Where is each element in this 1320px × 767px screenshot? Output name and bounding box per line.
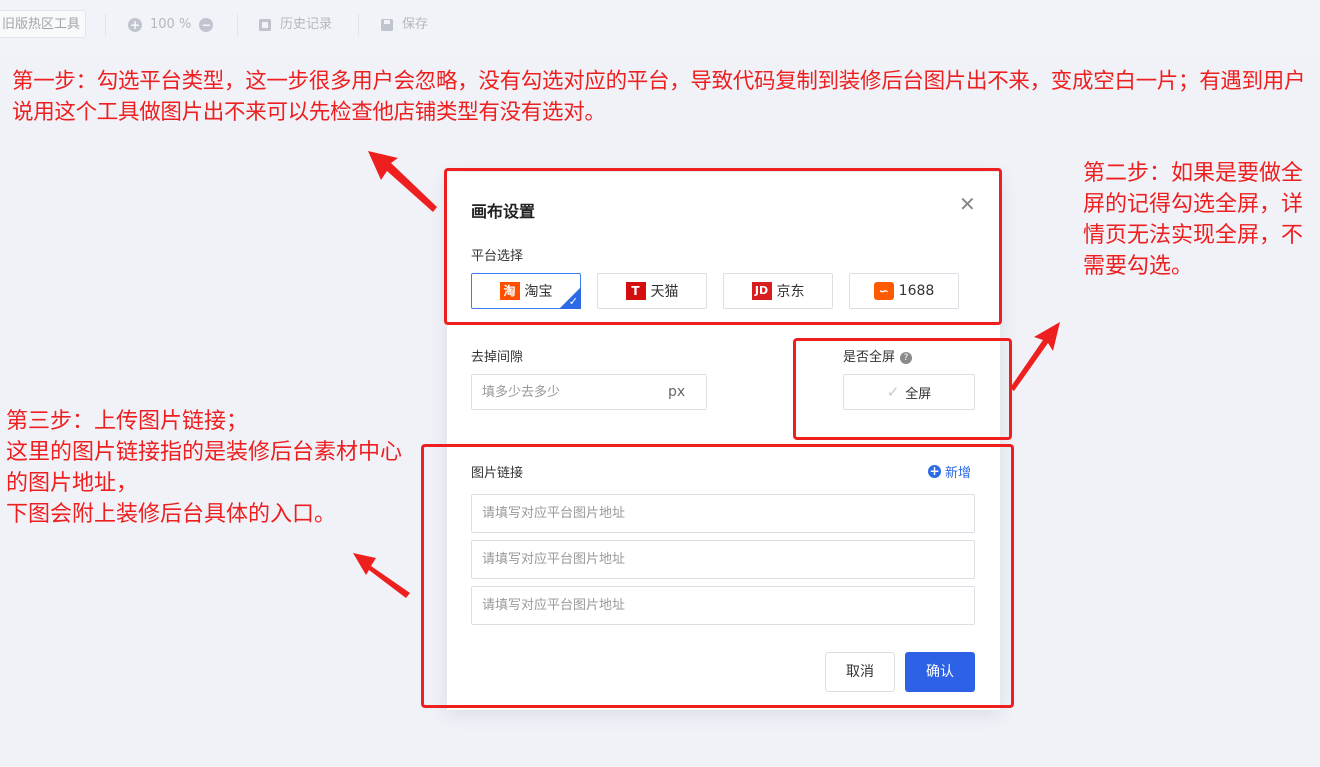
arrow-step2 [1010,322,1060,391]
arrow-step3 [353,553,410,598]
arrow-step1 [368,151,437,212]
annotation-arrows [353,151,1060,598]
